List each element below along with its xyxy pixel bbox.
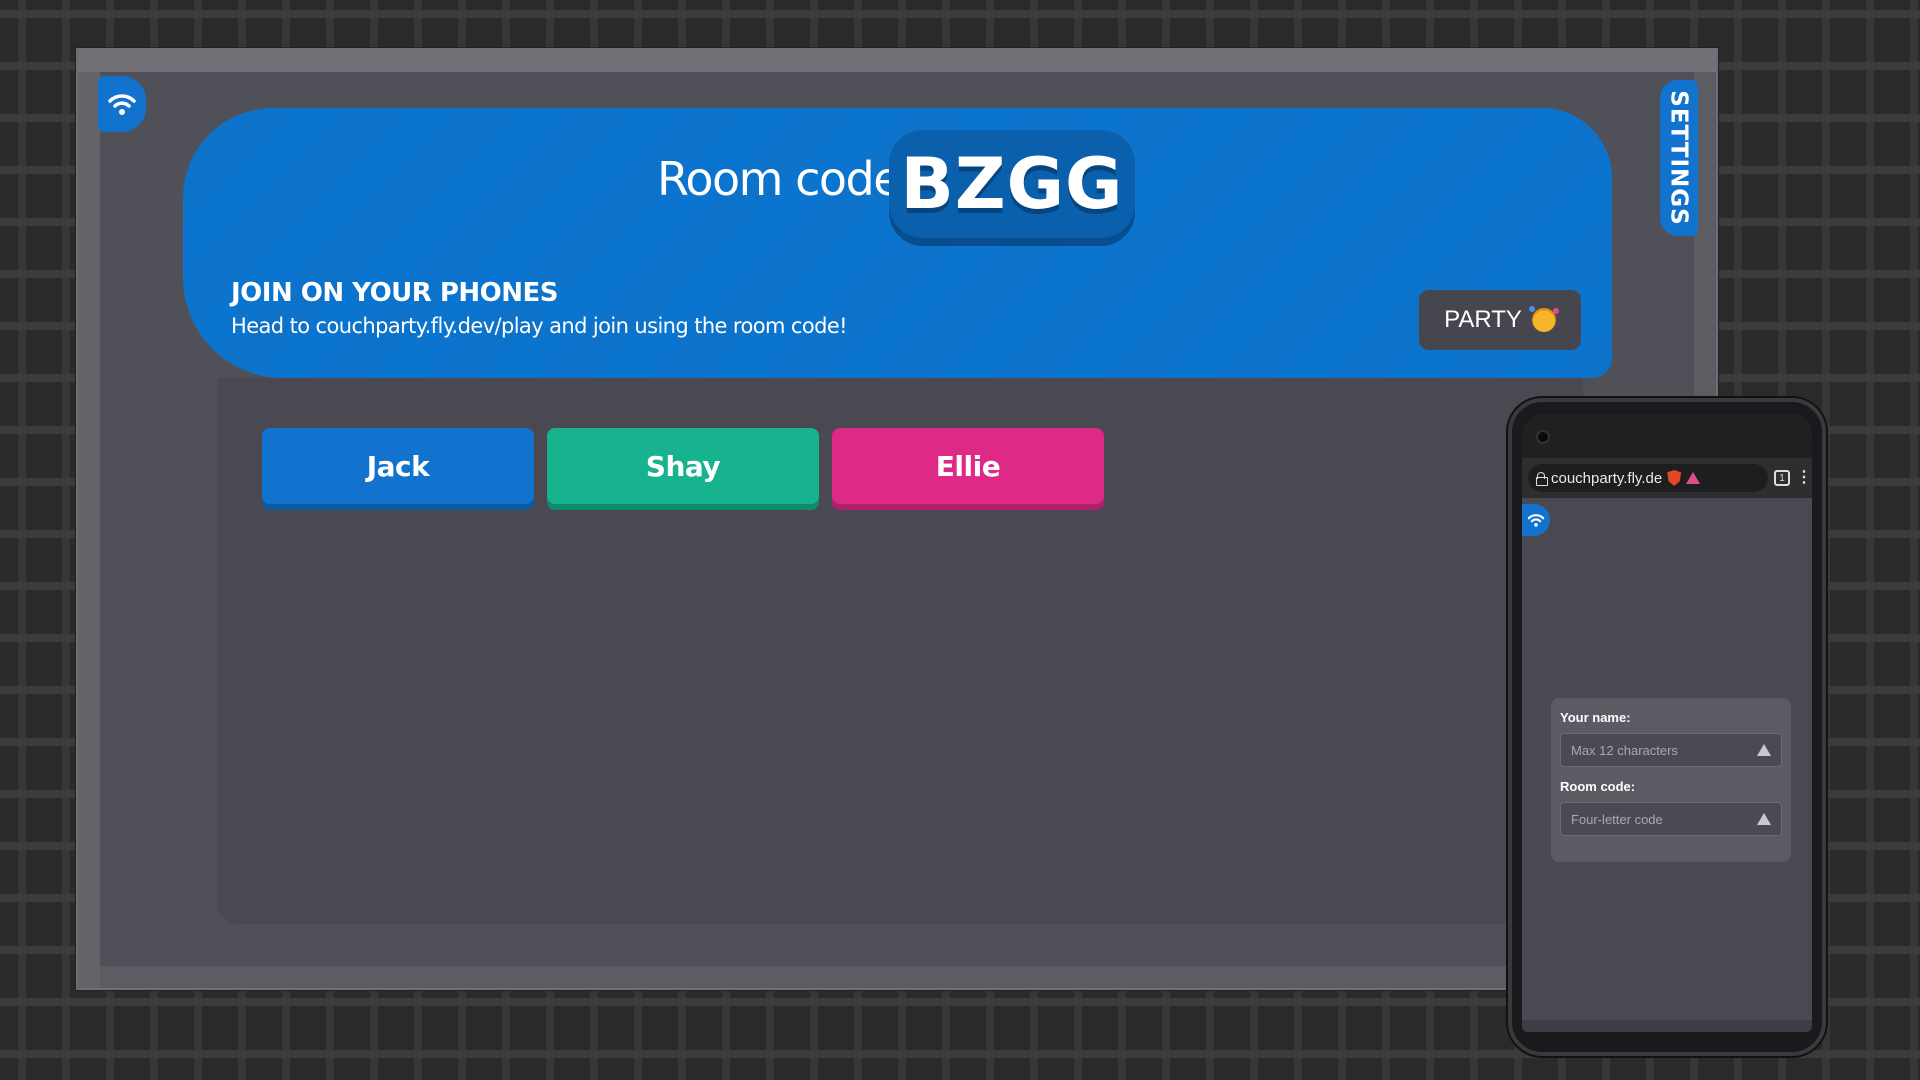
settings-label: SETTINGS xyxy=(1666,90,1692,226)
phone-side-button xyxy=(1826,552,1830,596)
address-bar[interactable]: couchparty.fly.de xyxy=(1528,464,1768,492)
join-banner: Room code: BZGG JOIN ON YOUR PHONES Head… xyxy=(183,108,1612,378)
room-code-field-label: Room code: xyxy=(1560,779,1636,794)
warning-icon xyxy=(1757,813,1771,825)
party-button-label: PARTY xyxy=(1444,306,1522,333)
player-card-jack: Jack xyxy=(262,428,534,504)
room-code-placeholder: Four-letter code xyxy=(1571,811,1663,827)
tab-count: 1 xyxy=(1779,472,1785,484)
brave-shield-icon[interactable] xyxy=(1667,470,1682,486)
connection-badge xyxy=(98,76,146,132)
room-code-input[interactable]: Four-letter code xyxy=(1560,802,1782,836)
name-label: Your name: xyxy=(1560,710,1631,725)
name-input[interactable]: Max 12 characters xyxy=(1560,733,1782,767)
join-form: Your name: Max 12 characters Room code: … xyxy=(1551,698,1791,862)
warning-icon xyxy=(1757,744,1771,756)
brave-rewards-icon[interactable] xyxy=(1686,472,1701,484)
player-card-shay: Shay xyxy=(547,428,819,504)
wifi-icon xyxy=(1527,514,1545,527)
name-placeholder: Max 12 characters xyxy=(1571,742,1678,758)
player-lobby: Jack Shay Ellie xyxy=(217,378,1583,924)
tabs-icon[interactable]: 1 xyxy=(1774,470,1790,486)
phone-mockup: couchparty.fly.de 1 ⋮ Your name: Max 12 … xyxy=(1508,398,1826,1056)
party-button[interactable]: PARTY xyxy=(1419,290,1581,350)
lock-icon xyxy=(1536,472,1548,486)
browser-toolbar: couchparty.fly.de 1 ⋮ xyxy=(1522,458,1812,498)
settings-tab[interactable]: SETTINGS xyxy=(1660,80,1698,236)
phone-nav-bar xyxy=(1522,1020,1812,1032)
camera-icon xyxy=(1536,430,1550,444)
join-instructions: Head to couchparty.fly.dev/play and join… xyxy=(231,314,848,338)
room-code-label: Room code: xyxy=(657,152,916,206)
phone-screen: couchparty.fly.de 1 ⋮ Your name: Max 12 … xyxy=(1522,414,1812,1032)
menu-icon[interactable]: ⋮ xyxy=(1796,470,1812,486)
phone-connection-badge xyxy=(1522,504,1550,536)
phone-status-bar xyxy=(1522,414,1812,458)
address-url: couchparty.fly.de xyxy=(1551,469,1663,487)
wifi-icon xyxy=(108,94,136,115)
room-code: BZGG xyxy=(889,130,1135,238)
party-emoji-icon xyxy=(1528,306,1559,332)
player-card-ellie: Ellie xyxy=(832,428,1104,504)
join-title: JOIN ON YOUR PHONES xyxy=(231,278,559,308)
